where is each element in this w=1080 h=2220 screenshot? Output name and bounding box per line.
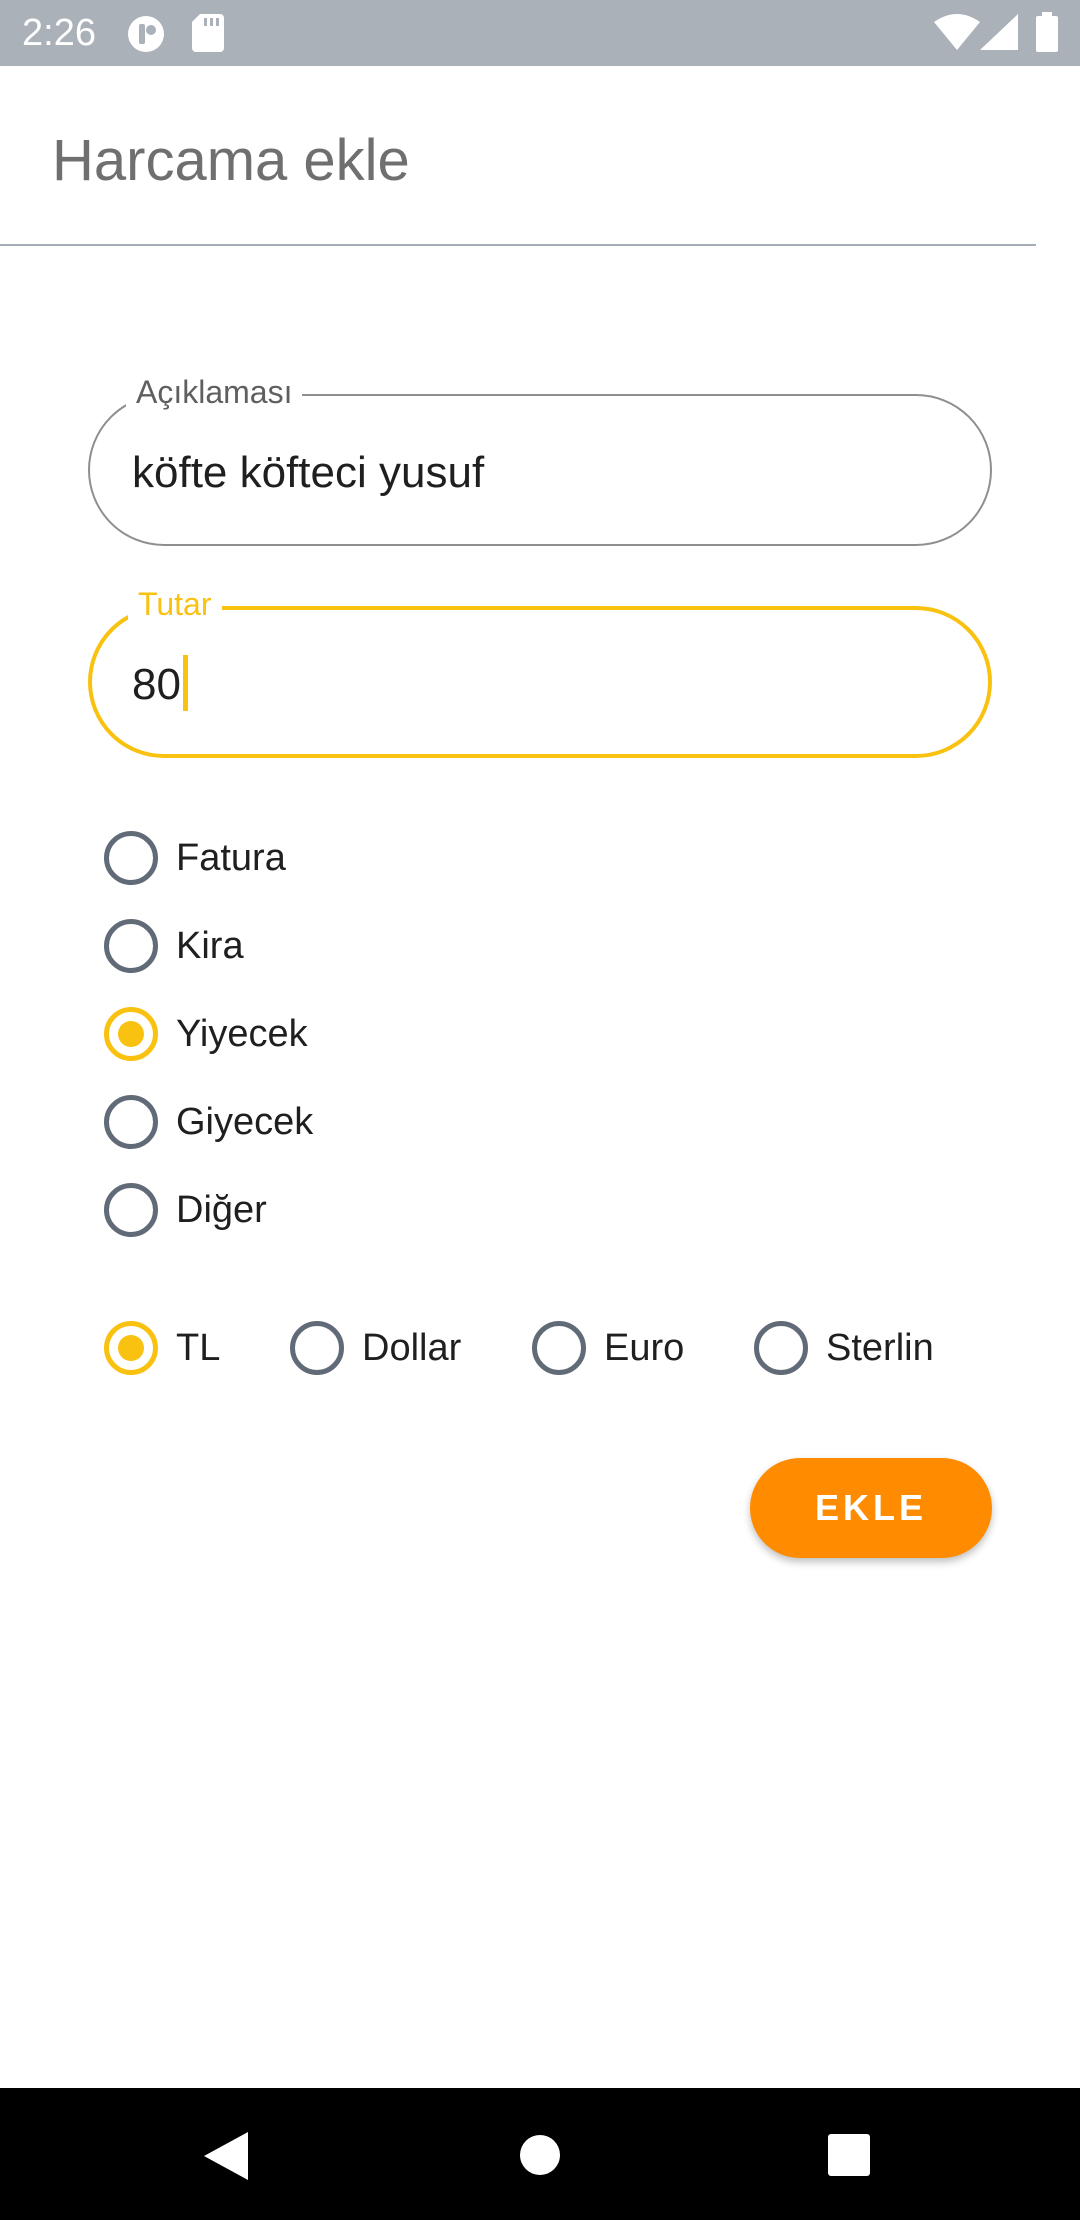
- radio-button-dollar[interactable]: [290, 1321, 344, 1375]
- radio-button-fatura[interactable]: [104, 831, 158, 885]
- category-label: Diğer: [176, 1189, 267, 1231]
- currency-label: Sterlin: [826, 1327, 934, 1369]
- radio-button-sterlin[interactable]: [754, 1321, 808, 1375]
- radio-button-yiyecek[interactable]: [104, 1007, 158, 1061]
- radio-button-kira[interactable]: [104, 919, 158, 973]
- toolbar: Harcama ekle: [0, 66, 1036, 246]
- currency-label: Euro: [604, 1327, 685, 1369]
- amount-value: 80: [132, 660, 181, 709]
- wifi-icon: [934, 14, 980, 50]
- currency-label: Dollar: [362, 1327, 462, 1369]
- currency-option-euro[interactable]: Euro: [532, 1318, 684, 1378]
- category-option-yiyecek[interactable]: Yiyecek: [104, 1004, 308, 1064]
- page-title: Harcama ekle: [52, 128, 410, 193]
- text-cursor: [182, 655, 188, 712]
- category-label: Fatura: [176, 837, 286, 879]
- radio-button-euro[interactable]: [532, 1321, 586, 1375]
- signal-icon: [980, 14, 1018, 50]
- back-icon[interactable]: [204, 2132, 248, 2180]
- category-option-giyecek[interactable]: Giyecek: [104, 1092, 313, 1152]
- category-option-diger[interactable]: Diğer: [104, 1180, 267, 1240]
- amount-input[interactable]: 80: [132, 655, 188, 715]
- amount-field[interactable]: Tutar 80: [88, 584, 992, 758]
- sd-card-icon: [192, 14, 224, 52]
- navigation-bar: [0, 2088, 1080, 2220]
- status-time: 2:26: [22, 12, 96, 54]
- amount-label: Tutar: [128, 584, 222, 624]
- radio-button-tl[interactable]: [104, 1321, 158, 1375]
- currency-option-tl[interactable]: TL: [104, 1318, 220, 1378]
- description-input[interactable]: köfte köfteci yusuf: [132, 446, 484, 500]
- category-option-kira[interactable]: Kira: [104, 916, 244, 976]
- description-label: Açıklaması: [126, 372, 303, 412]
- battery-icon: [1036, 12, 1058, 52]
- category-label: Kira: [176, 925, 244, 967]
- home-icon[interactable]: [519, 2134, 561, 2176]
- category-option-fatura[interactable]: Fatura: [104, 828, 286, 888]
- status-bar: 2:26: [0, 0, 1080, 66]
- currency-label: TL: [176, 1327, 221, 1369]
- add-button[interactable]: EKLE: [750, 1458, 992, 1558]
- recents-icon[interactable]: [828, 2134, 870, 2176]
- description-field[interactable]: Açıklaması köfte köfteci yusuf: [88, 372, 992, 546]
- currency-option-sterlin[interactable]: Sterlin: [754, 1318, 934, 1378]
- radio-button-giyecek[interactable]: [104, 1095, 158, 1149]
- notification-circle-icon: [126, 14, 166, 54]
- category-label: Giyecek: [176, 1101, 314, 1143]
- category-label: Yiyecek: [176, 1013, 308, 1055]
- currency-option-dollar[interactable]: Dollar: [290, 1318, 461, 1378]
- radio-button-diger[interactable]: [104, 1183, 158, 1237]
